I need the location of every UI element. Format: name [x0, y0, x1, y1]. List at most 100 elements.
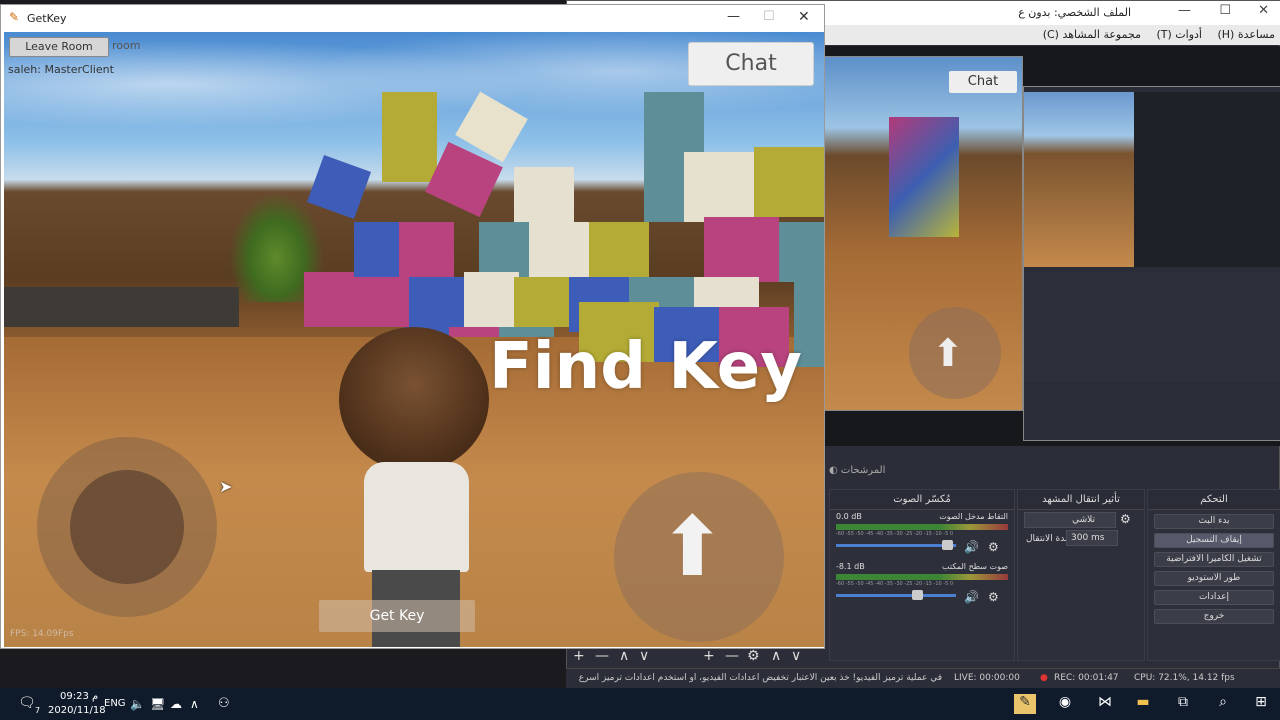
channel-settings-icon[interactable]: ⚙	[988, 540, 999, 554]
cube	[589, 222, 649, 277]
file-explorer-icon[interactable]: ▬	[1132, 694, 1154, 714]
minimize-icon[interactable]: —	[727, 9, 740, 24]
move-down-button[interactable]: ∨	[639, 648, 649, 664]
obs-status-bar: في عملية ترميز الفيديو! خذ بعين الاعتبار…	[566, 668, 1280, 688]
exit-button[interactable]: خروج	[1154, 609, 1274, 624]
notification-icon[interactable]: 🗨	[18, 695, 36, 711]
start-icon[interactable]: ⊞	[1250, 694, 1272, 714]
channel-name: التقاط مدخل الصوت	[939, 512, 1008, 521]
game-titlebar: ✎ GetKey — ☐ ✕	[1, 5, 824, 32]
rec-status: REC: 00:01:47	[1054, 673, 1119, 683]
cube	[514, 167, 574, 222]
player-label: saleh: MasterClient	[8, 63, 114, 76]
up-arrow-icon: ⬆	[658, 500, 727, 595]
start-virtual-camera-button[interactable]: تشغيل الكاميرا الافتراضية	[1154, 552, 1274, 567]
cube	[399, 222, 454, 277]
cube	[306, 154, 372, 220]
bench	[4, 287, 239, 327]
slider-thumb[interactable]	[942, 540, 953, 550]
source-down-button[interactable]: ∨	[791, 648, 801, 664]
chevron-up-icon[interactable]: ∧	[190, 697, 199, 711]
volume-slider[interactable]	[836, 540, 956, 550]
obs-app-icon[interactable]: ◉	[1054, 694, 1076, 714]
room-label: room	[112, 39, 141, 52]
cloud-icon[interactable]: ☁	[170, 697, 182, 711]
nested-obs-capture	[1023, 86, 1280, 441]
add-button[interactable]: +	[573, 648, 585, 664]
get-key-button[interactable]: Get Key	[319, 600, 475, 632]
cube	[382, 92, 437, 182]
maximize-icon[interactable]: ☐	[763, 9, 775, 24]
cube	[304, 272, 354, 327]
chat-button[interactable]: Chat	[688, 42, 814, 86]
language-indicator[interactable]: ENG	[104, 698, 126, 709]
mixer-channel: -8.1 dB صوت سطح المكتب -60 -55 -50 -45 -…	[836, 562, 1008, 604]
game-window: ✎ GetKey — ☐ ✕ Find Key Chat Leave Room …	[0, 4, 825, 649]
nested-game-capture: Chat ⬆	[823, 56, 1023, 411]
move-up-button[interactable]: ∧	[619, 648, 629, 664]
rec-dot-icon: ●	[1040, 673, 1048, 683]
slider-thumb[interactable]	[912, 590, 923, 600]
task-view-icon[interactable]: ⧉	[1172, 694, 1194, 714]
notification-count: 7	[35, 706, 41, 715]
movement-joystick[interactable]	[37, 437, 217, 617]
speaker-icon[interactable]: 🔈	[130, 697, 145, 711]
clock-date[interactable]: 2020/11/18	[48, 705, 106, 716]
game-viewport[interactable]: Find Key Chat Leave Room room saleh: Mas…	[4, 32, 824, 647]
menu-tools[interactable]: أدوات (T)	[1156, 28, 1202, 41]
encoder-warning: في عملية ترميز الفيديو! خذ بعين الاعتبار…	[578, 673, 942, 683]
obs-title: الملف الشخصي: بدون ع	[1018, 6, 1131, 19]
menu-help[interactable]: مساعدة (H)	[1217, 28, 1275, 41]
transition-select[interactable]: تلاشي	[1024, 512, 1116, 528]
speaker-icon[interactable]: 🔊	[964, 540, 979, 554]
channel-db: -8.1 dB	[836, 562, 865, 571]
settings-button[interactable]: إعدادات	[1154, 590, 1274, 605]
volume-slider[interactable]	[836, 590, 956, 600]
people-icon[interactable]: ⚇	[218, 696, 230, 711]
cube	[529, 222, 589, 277]
app-icon: ✎	[9, 10, 20, 24]
duration-label: مدة الانتقال	[1026, 534, 1070, 544]
studio-mode-button[interactable]: طور الاستوديو	[1154, 571, 1274, 586]
visual-studio-icon[interactable]: ⋈	[1094, 694, 1116, 714]
getkey-app-icon[interactable]: ✎	[1014, 694, 1036, 714]
character-body	[364, 462, 469, 572]
start-streaming-button[interactable]: بدء البث	[1154, 514, 1274, 529]
character-head	[339, 327, 489, 472]
channel-name: صوت سطح المكتب	[942, 562, 1008, 571]
obs-preview[interactable]: Chat ⬆	[823, 46, 1280, 446]
menu-scene-collection[interactable]: مجموعة المشاهد (C)	[1043, 28, 1141, 41]
cube	[479, 222, 534, 277]
cube	[704, 217, 779, 282]
minimize-icon[interactable]: —	[1178, 3, 1191, 18]
transition-settings-icon[interactable]: ⚙	[1120, 512, 1131, 526]
cube	[464, 272, 519, 327]
duration-input[interactable]: 300 ms	[1066, 530, 1118, 546]
speaker-icon[interactable]: 🔊	[964, 590, 979, 604]
joystick-thumb[interactable]	[70, 470, 184, 584]
search-icon[interactable]: ⌕	[1212, 694, 1234, 714]
jump-button[interactable]: ⬆	[614, 472, 784, 642]
cube	[754, 147, 824, 217]
add-source-button[interactable]: +	[703, 648, 715, 664]
channel-db: 0.0 dB	[836, 512, 862, 521]
leave-room-button[interactable]: Leave Room	[9, 37, 109, 57]
filters-tab[interactable]: ◐ المرشحات	[829, 465, 949, 485]
cpu-status: CPU: 72.1%, 14.12 fps	[1134, 673, 1235, 683]
controls-header: التحكم	[1148, 490, 1280, 510]
fps-label: FPS: 14.09Fps	[10, 629, 74, 639]
close-icon[interactable]: ✕	[798, 9, 810, 25]
close-icon[interactable]: ✕	[1258, 3, 1269, 18]
stop-recording-button[interactable]: إيقاف التسجيل	[1154, 533, 1274, 548]
network-icon[interactable]: 🖥	[150, 697, 165, 711]
maximize-icon[interactable]: ☐	[1219, 3, 1231, 18]
source-up-button[interactable]: ∧	[771, 648, 781, 664]
channel-settings-icon[interactable]: ⚙	[988, 590, 999, 604]
remove-source-button[interactable]: —	[725, 648, 739, 664]
clock-time[interactable]: 09:23 م	[60, 691, 98, 702]
source-settings-icon[interactable]: ⚙	[747, 648, 760, 664]
game-title: GetKey	[27, 12, 67, 25]
remove-button[interactable]: —	[595, 648, 609, 664]
nested-obs-preview	[1024, 92, 1134, 267]
cube	[354, 277, 409, 327]
